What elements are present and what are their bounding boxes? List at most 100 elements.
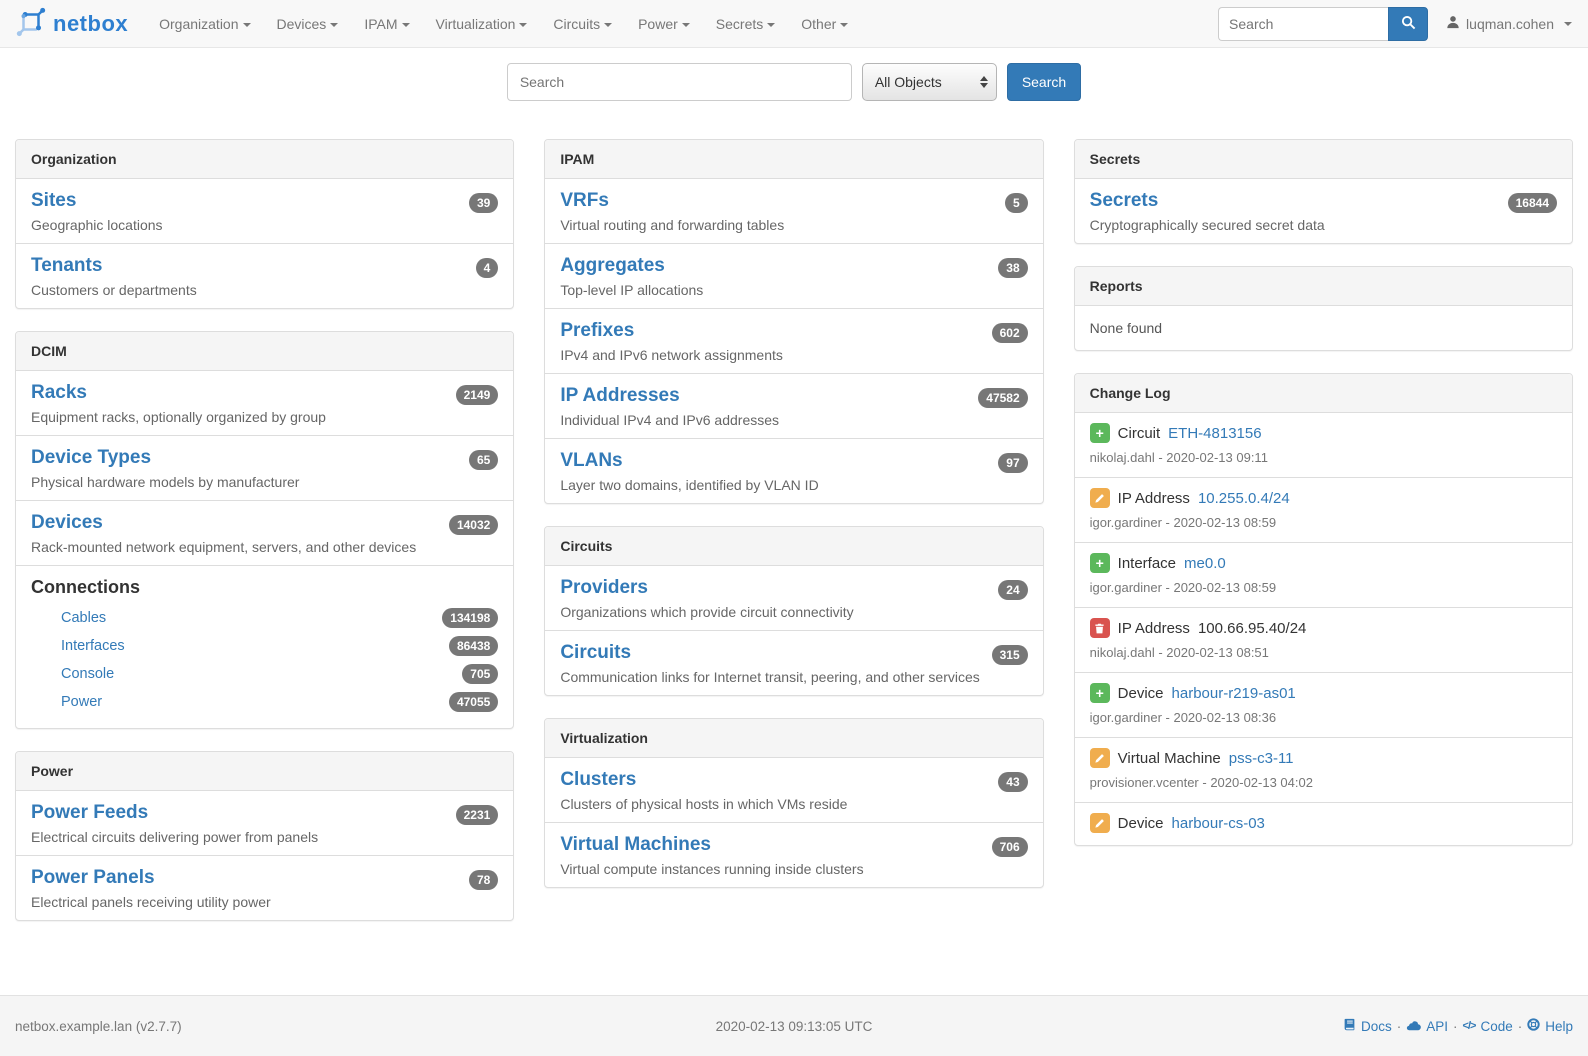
connections-section: Connections Cables 134198 Interfaces 864… [16, 565, 513, 728]
item-description: Geographic locations [31, 217, 498, 233]
link-clusters[interactable]: Clusters [560, 769, 636, 790]
panel-heading: Change Log [1075, 374, 1572, 413]
link-power-connections[interactable]: Power [61, 694, 102, 710]
add-icon: + [1090, 423, 1110, 443]
link-sites[interactable]: Sites [31, 190, 76, 211]
count-badge: 43 [998, 772, 1027, 792]
changelog-entry: IP Address 10.255.0.4/24 igor.gardiner -… [1075, 477, 1572, 542]
item-description: Clusters of physical hosts in which VMs … [560, 796, 1027, 812]
link-prefixes[interactable]: Prefixes [560, 320, 634, 341]
nav-organization[interactable]: Organization [146, 2, 263, 46]
object-link[interactable]: me0.0 [1184, 555, 1226, 572]
search-icon [1401, 15, 1416, 33]
chevron-down-icon [1564, 22, 1572, 26]
object-type-value: All Objects [875, 74, 942, 90]
footer-help-link[interactable]: Help [1527, 1018, 1573, 1034]
reports-empty-text: None found [1075, 306, 1572, 350]
object-link[interactable]: harbour-cs-03 [1172, 815, 1265, 832]
navbar-search-button[interactable] [1388, 7, 1428, 41]
add-icon: + [1090, 553, 1110, 573]
item-vlans: 97 VLANs Layer two domains, identified b… [545, 438, 1042, 503]
nav-circuits[interactable]: Circuits [540, 2, 625, 46]
changelog-meta: nikolaj.dahl - 2020-02-13 09:11 [1090, 450, 1557, 465]
global-search-input[interactable] [507, 63, 852, 101]
link-power-feeds[interactable]: Power Feeds [31, 802, 148, 823]
item-devices: 14032 Devices Rack-mounted network equip… [16, 500, 513, 565]
item-sites: 39 Sites Geographic locations [16, 179, 513, 243]
nav-secrets[interactable]: Secrets [703, 2, 788, 46]
footer-links: Docs · API · </> Code · Help [1343, 1018, 1573, 1034]
object-link[interactable]: pss-c3-11 [1229, 750, 1294, 767]
count-badge: 14032 [449, 515, 498, 535]
chevron-down-icon [519, 23, 527, 27]
item-circuits: 315 Circuits Communication links for Int… [545, 630, 1042, 695]
count-badge: 134198 [442, 608, 498, 628]
link-devices[interactable]: Devices [31, 512, 103, 533]
link-providers[interactable]: Providers [560, 577, 648, 598]
object-type: IP Address [1118, 490, 1190, 507]
link-cables[interactable]: Cables [61, 610, 106, 626]
brand-text: netbox [53, 11, 128, 37]
object-link[interactable]: harbour-r219-as01 [1172, 685, 1296, 702]
changelog-meta: igor.gardiner - 2020-02-13 08:59 [1090, 515, 1557, 530]
pencil-icon [1090, 813, 1110, 833]
count-badge: 39 [469, 193, 498, 213]
link-secrets[interactable]: Secrets [1090, 190, 1159, 211]
link-interfaces[interactable]: Interfaces [61, 638, 125, 654]
link-console[interactable]: Console [61, 666, 114, 682]
object-link[interactable]: ETH-4813156 [1168, 425, 1261, 442]
nav-devices[interactable]: Devices [264, 2, 352, 46]
footer-api-link[interactable]: API [1406, 1019, 1448, 1034]
global-search-bar: All Objects Search [0, 48, 1588, 121]
object-type: Device [1118, 685, 1164, 702]
chevron-down-icon [330, 23, 338, 27]
link-power-panels[interactable]: Power Panels [31, 867, 155, 888]
user-icon [1446, 15, 1460, 32]
changelog-meta: igor.gardiner - 2020-02-13 08:36 [1090, 710, 1557, 725]
link-vlans[interactable]: VLANs [560, 450, 622, 471]
object-name: 100.66.95.40/24 [1198, 620, 1306, 637]
panel-secrets: Secrets 16844 Secrets Cryptographically … [1074, 139, 1573, 244]
link-circuits[interactable]: Circuits [560, 642, 631, 663]
footer-docs-link[interactable]: Docs [1343, 1018, 1392, 1034]
count-badge: 315 [992, 645, 1028, 665]
panel-power: Power 2231 Power Feeds Electrical circui… [15, 751, 514, 921]
item-description: Equipment racks, optionally organized by… [31, 409, 498, 425]
item-description: Electrical panels receiving utility powe… [31, 894, 498, 910]
navbar-search-input[interactable] [1218, 7, 1388, 41]
footer-code-link[interactable]: </> Code [1463, 1019, 1513, 1034]
item-prefixes: 602 Prefixes IPv4 and IPv6 network assig… [545, 308, 1042, 373]
link-ip-addresses[interactable]: IP Addresses [560, 385, 679, 406]
count-badge: 47582 [978, 388, 1027, 408]
link-tenants[interactable]: Tenants [31, 255, 102, 276]
global-search-button[interactable]: Search [1007, 63, 1081, 101]
link-device-types[interactable]: Device Types [31, 447, 151, 468]
nav-virtualization[interactable]: Virtualization [423, 2, 541, 46]
link-vrfs[interactable]: VRFs [560, 190, 609, 211]
object-type-select[interactable]: All Objects [862, 63, 997, 101]
item-description: Layer two domains, identified by VLAN ID [560, 477, 1027, 493]
item-ip-addresses: 47582 IP Addresses Individual IPv4 and I… [545, 373, 1042, 438]
nav-other[interactable]: Other [788, 2, 861, 46]
nav-ipam[interactable]: IPAM [351, 2, 422, 46]
count-badge: 65 [469, 450, 498, 470]
chevron-down-icon [840, 23, 848, 27]
count-badge: 47055 [449, 692, 498, 712]
user-menu[interactable]: luqman.cohen [1446, 15, 1572, 32]
link-aggregates[interactable]: Aggregates [560, 255, 665, 276]
column-right: Secrets 16844 Secrets Cryptographically … [1074, 139, 1573, 943]
trash-icon [1090, 618, 1110, 638]
panel-heading: Secrets [1075, 140, 1572, 179]
count-badge: 38 [998, 258, 1027, 278]
object-link[interactable]: 10.255.0.4/24 [1198, 490, 1290, 507]
select-spinner-icon [980, 76, 988, 88]
changelog-meta: nikolaj.dahl - 2020-02-13 08:51 [1090, 645, 1557, 660]
nav-power[interactable]: Power [625, 2, 703, 46]
chevron-down-icon [604, 23, 612, 27]
api-cloud-icon [1406, 1019, 1421, 1034]
link-virtual-machines[interactable]: Virtual Machines [560, 834, 711, 855]
netbox-logo[interactable]: netbox [16, 7, 128, 40]
column-middle: IPAM 5 VRFs Virtual routing and forwardi… [544, 139, 1043, 943]
link-racks[interactable]: Racks [31, 382, 87, 403]
item-description: IPv4 and IPv6 network assignments [560, 347, 1027, 363]
